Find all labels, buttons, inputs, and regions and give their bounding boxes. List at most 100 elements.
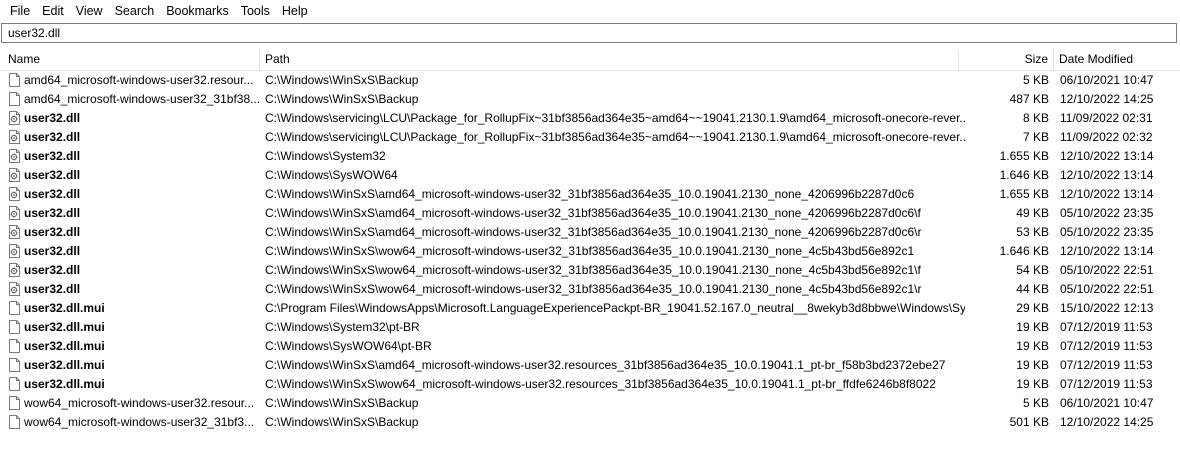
column-header: Name Path Size Date Modified bbox=[0, 49, 1180, 71]
file-name: user32.dll bbox=[24, 244, 81, 258]
table-row[interactable]: user32.dll C:\Windows\WinSxS\amd64_micros… bbox=[0, 223, 1180, 242]
table-row[interactable]: user32.dll C:\Windows\WinSxS\wow64_micros… bbox=[0, 242, 1180, 261]
file-path: C:\Windows\System32 bbox=[265, 149, 386, 163]
file-icon bbox=[9, 415, 20, 429]
file-size: 19 KB bbox=[1016, 358, 1049, 372]
column-name-header[interactable]: Name bbox=[3, 49, 258, 70]
table-row[interactable]: user32.dll C:\Windows\WinSxS\wow64_micros… bbox=[0, 280, 1180, 299]
date-modified: 15/10/2022 12:13 bbox=[1060, 301, 1154, 315]
file-path: C:\Windows\WinSxS\Backup bbox=[265, 73, 419, 87]
table-row[interactable]: user32.dll C:\Windows\System32 1.655 KB 12/… bbox=[0, 147, 1180, 166]
file-path: C:\Windows\WinSxS\wow64_microsoft-window… bbox=[265, 377, 936, 391]
date-modified: 05/10/2022 22:51 bbox=[1060, 282, 1154, 296]
date-modified: 11/09/2022 02:31 bbox=[1060, 111, 1153, 125]
dll-file-icon bbox=[9, 168, 20, 182]
date-modified: 12/10/2022 13:14 bbox=[1060, 149, 1154, 163]
file-size: 1.655 KB bbox=[999, 187, 1049, 201]
file-path: C:\Windows\WinSxS\Backup bbox=[265, 396, 419, 410]
table-row[interactable]: user32.dll.mui C:\Windows\WinSxS\wow64_mi… bbox=[0, 375, 1180, 394]
column-date-header[interactable]: Date Modified bbox=[1054, 49, 1180, 70]
menu-bookmarks[interactable]: Bookmarks bbox=[160, 0, 235, 22]
menu-bar: File Edit View Search Bookmarks Tools He… bbox=[0, 0, 1180, 22]
file-name: user32.dll bbox=[24, 149, 81, 163]
search-box bbox=[1, 23, 1177, 43]
column-path-header[interactable]: Path bbox=[260, 49, 958, 70]
date-modified: 06/10/2021 10:47 bbox=[1060, 73, 1154, 87]
file-path: C:\Windows\System32\pt-BR bbox=[265, 320, 420, 334]
table-row[interactable]: user32.dll C:\Windows\WinSxS\amd64_micros… bbox=[0, 185, 1180, 204]
file-name: user32.dll.mui bbox=[24, 339, 105, 353]
file-size: 29 KB bbox=[1016, 301, 1049, 315]
file-size: 19 KB bbox=[1016, 320, 1049, 334]
file-icon bbox=[9, 396, 20, 410]
file-size: 53 KB bbox=[1016, 225, 1049, 239]
table-row[interactable]: amd64_microsoft-windows-user32.resour...… bbox=[0, 71, 1180, 90]
menu-search[interactable]: Search bbox=[109, 0, 161, 22]
date-modified: 12/10/2022 14:25 bbox=[1060, 92, 1154, 106]
dll-file-icon bbox=[9, 187, 20, 201]
date-modified: 12/10/2022 13:14 bbox=[1060, 168, 1154, 182]
file-name: user32.dll bbox=[24, 282, 81, 296]
file-path: C:\Windows\WinSxS\amd64_microsoft-window… bbox=[265, 225, 922, 239]
table-row[interactable]: user32.dll C:\Windows\SysWOW64 1.646 KB 12/… bbox=[0, 166, 1180, 185]
file-path: C:\Windows\WinSxS\amd64_microsoft-window… bbox=[265, 358, 946, 372]
table-row[interactable]: wow64_microsoft-windows-user32.resour...… bbox=[0, 394, 1180, 413]
file-size: 1.646 KB bbox=[999, 168, 1049, 182]
date-modified: 05/10/2022 22:51 bbox=[1060, 263, 1154, 277]
file-size: 19 KB bbox=[1016, 339, 1049, 353]
file-name: user32.dll.mui bbox=[24, 358, 105, 372]
date-modified: 05/10/2022 23:35 bbox=[1060, 225, 1154, 239]
menu-file[interactable]: File bbox=[4, 0, 36, 22]
table-row[interactable]: wow64_microsoft-windows-user32_31bf3... C… bbox=[0, 413, 1180, 432]
results-list: amd64_microsoft-windows-user32.resour...… bbox=[0, 71, 1180, 432]
column-size-header[interactable]: Size bbox=[959, 49, 1053, 70]
file-size: 487 KB bbox=[1009, 92, 1049, 106]
date-modified: 12/10/2022 13:14 bbox=[1060, 244, 1154, 258]
menu-tools[interactable]: Tools bbox=[235, 0, 276, 22]
file-name: user32.dll.mui bbox=[24, 320, 105, 334]
file-icon bbox=[9, 73, 20, 87]
menu-help[interactable]: Help bbox=[276, 0, 314, 22]
file-icon bbox=[9, 320, 20, 334]
dll-file-icon bbox=[9, 206, 20, 220]
date-modified: 12/10/2022 13:14 bbox=[1060, 187, 1154, 201]
file-size: 44 KB bbox=[1016, 282, 1049, 296]
file-path: C:\Windows\WinSxS\amd64_microsoft-window… bbox=[265, 206, 921, 220]
dll-file-icon bbox=[9, 244, 20, 258]
menu-view[interactable]: View bbox=[70, 0, 109, 22]
file-path: C:\Windows\WinSxS\Backup bbox=[265, 415, 419, 429]
file-size: 1.655 KB bbox=[999, 149, 1049, 163]
table-row[interactable]: user32.dll C:\Windows\servicing\LCU\Packa… bbox=[0, 128, 1180, 147]
date-modified: 05/10/2022 23:35 bbox=[1060, 206, 1154, 220]
table-row[interactable]: user32.dll C:\Windows\servicing\LCU\Packa… bbox=[0, 109, 1180, 128]
dll-file-icon bbox=[9, 263, 20, 277]
file-name: user32.dll bbox=[24, 111, 81, 125]
file-name: user32.dll bbox=[24, 168, 81, 182]
dll-file-icon bbox=[9, 111, 20, 125]
table-row[interactable]: user32.dll.mui C:\Windows\System32\pt-BR 1… bbox=[0, 318, 1180, 337]
table-row[interactable]: user32.dll C:\Windows\WinSxS\wow64_micros… bbox=[0, 261, 1180, 280]
table-row[interactable]: amd64_microsoft-windows-user32_31bf38...… bbox=[0, 90, 1180, 109]
date-modified: 07/12/2019 11:53 bbox=[1060, 377, 1153, 391]
date-modified: 07/12/2019 11:53 bbox=[1060, 339, 1153, 353]
table-row[interactable]: user32.dll C:\Windows\WinSxS\amd64_micros… bbox=[0, 204, 1180, 223]
file-path: C:\Windows\WinSxS\wow64_microsoft-window… bbox=[265, 244, 915, 258]
table-row[interactable]: user32.dll.mui C:\Windows\WinSxS\amd64_mi… bbox=[0, 356, 1180, 375]
menu-edit[interactable]: Edit bbox=[36, 0, 70, 22]
file-path: C:\Windows\WinSxS\Backup bbox=[265, 92, 419, 106]
file-icon bbox=[9, 358, 20, 372]
file-size: 54 KB bbox=[1016, 263, 1049, 277]
file-name: wow64_microsoft-windows-user32_31bf3... bbox=[24, 415, 255, 429]
file-size: 19 KB bbox=[1016, 377, 1049, 391]
file-name: user32.dll bbox=[24, 187, 81, 201]
table-row[interactable]: user32.dll.mui C:\Windows\SysWOW64\pt-BR 1… bbox=[0, 337, 1180, 356]
file-name: amd64_microsoft-windows-user32.resour... bbox=[24, 73, 254, 87]
file-path: C:\Windows\WinSxS\amd64_microsoft-window… bbox=[265, 187, 915, 201]
file-size: 5 KB bbox=[1022, 396, 1049, 410]
file-path: C:\Windows\SysWOW64\pt-BR bbox=[265, 339, 432, 353]
file-icon bbox=[9, 377, 20, 391]
table-row[interactable]: user32.dll.mui C:\Program Files\WindowsAp… bbox=[0, 299, 1180, 318]
search-input[interactable] bbox=[2, 24, 1176, 42]
file-size: 8 KB bbox=[1022, 111, 1049, 125]
file-icon bbox=[9, 92, 20, 106]
